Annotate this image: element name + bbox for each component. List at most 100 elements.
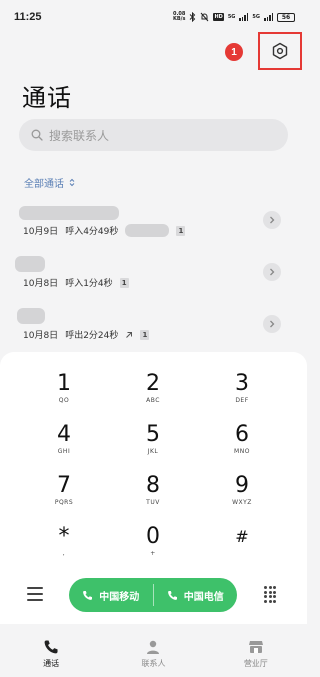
key-letters: MNO xyxy=(234,448,250,455)
call-sim2-button[interactable]: 中国电信 xyxy=(154,588,238,603)
mute-bell-icon xyxy=(201,12,209,22)
network-speed-unit: KB/s xyxy=(172,16,186,22)
call-filter-dropdown[interactable]: 全部通话 xyxy=(24,175,75,190)
key-digit: 3 xyxy=(235,371,249,396)
keypad-toggle-icon[interactable] xyxy=(264,586,278,603)
key-3[interactable]: 3 DEF xyxy=(197,371,287,417)
call-detail-chevron-icon[interactable] xyxy=(263,263,281,281)
search-input[interactable]: 搜索联系人 xyxy=(19,119,288,151)
call-detail-chevron-icon[interactable] xyxy=(263,211,281,229)
call-detail: 呼入4分49秒 xyxy=(65,227,119,237)
battery-icon: 56 xyxy=(277,12,295,22)
call-meta: 10月8日 呼出2分24秒 1 xyxy=(23,328,150,341)
key-letters: ABC xyxy=(146,397,160,404)
call-date: 10月9日 xyxy=(23,227,59,237)
notification-badge[interactable]: 1 xyxy=(225,43,243,61)
key-digit: # xyxy=(235,527,249,546)
call-sim1-label: 中国移动 xyxy=(99,591,140,603)
key-letters: + xyxy=(150,550,156,557)
call-log-item[interactable]: 10月8日 呼入1分4秒 1 xyxy=(15,252,289,296)
status-icons: 0.08 KB/s HD 5G 5G 56 xyxy=(173,12,295,22)
settings-hexagon-icon xyxy=(272,42,288,60)
tab-label: 联系人 xyxy=(141,658,166,668)
sort-toggle-icon xyxy=(69,178,75,187)
call-date: 10月8日 xyxy=(23,279,59,289)
sim-badge: 1 xyxy=(140,329,150,340)
call-sim1-button[interactable]: 中国移动 xyxy=(69,588,153,603)
sim-badge: 1 xyxy=(176,225,186,236)
key-1[interactable]: 1 QO xyxy=(19,371,109,417)
key-4[interactable]: 4 GHI xyxy=(19,422,109,468)
tab-contacts[interactable]: 联系人 xyxy=(102,630,204,677)
contacts-icon xyxy=(147,640,160,654)
key-digit: 4 xyxy=(57,422,71,447)
sim-badge: 1 xyxy=(119,277,129,288)
key-digit: 0 xyxy=(146,524,160,549)
sim2-network-type: 5G xyxy=(252,13,260,20)
search-icon xyxy=(31,129,43,141)
bluetooth-icon xyxy=(190,12,196,22)
key-letters: QO xyxy=(58,397,70,404)
phone-sim2-icon xyxy=(167,590,177,600)
blurred-contact-name xyxy=(19,206,119,220)
call-button-group: 中国移动 中国电信 xyxy=(69,578,237,612)
call-detail: 呼入1分4秒 xyxy=(65,279,113,289)
call-detail: 呼出2分24秒 xyxy=(65,331,119,341)
key-digit: 7 xyxy=(57,473,71,498)
menu-icon[interactable] xyxy=(27,587,43,601)
signal-sim1-icon xyxy=(239,13,249,21)
network-speed: 0.08 KB/s xyxy=(173,12,186,22)
call-filter-label: 全部通话 xyxy=(24,179,64,190)
key-2[interactable]: 2 ABC xyxy=(108,371,198,417)
call-log-item[interactable]: 10月9日 呼入4分49秒 1 xyxy=(19,200,289,244)
tab-label: 通话 xyxy=(43,658,60,668)
call-sim2-label: 中国电信 xyxy=(183,591,224,603)
signal-sim2-icon xyxy=(264,13,273,21)
sim1-network-type: 5G xyxy=(227,13,236,20)
key-8[interactable]: 8 TUV xyxy=(108,473,198,519)
search-placeholder: 搜索联系人 xyxy=(49,128,110,143)
dial-actions: 中国移动 中国电信 xyxy=(0,577,307,613)
tab-calls[interactable]: 通话 xyxy=(0,630,102,677)
key-9[interactable]: 9 WXYZ xyxy=(197,473,287,519)
call-date: 10月8日 xyxy=(23,331,59,341)
phone-icon xyxy=(44,639,58,653)
key-digit: 8 xyxy=(146,473,160,498)
key-letters: , xyxy=(62,550,66,557)
key-letters: WXYZ xyxy=(232,499,252,506)
key-letters: JKL xyxy=(147,448,159,455)
outgoing-arrow-icon xyxy=(126,331,133,338)
key-0[interactable]: 0 + xyxy=(108,524,198,570)
settings-button[interactable] xyxy=(258,32,302,70)
tab-store[interactable]: 营业厅 xyxy=(205,630,307,677)
call-meta: 10月8日 呼入1分4秒 1 xyxy=(23,276,129,289)
blurred-contact-name xyxy=(17,308,45,324)
call-log-item[interactable]: 10月8日 呼出2分24秒 1 xyxy=(17,304,289,348)
key-digit: 6 xyxy=(235,422,249,447)
key-digit: 9 xyxy=(235,473,249,498)
key-letters: DEF xyxy=(235,397,249,404)
key-6[interactable]: 6 MNO xyxy=(197,422,287,468)
key-letters: PQRS xyxy=(54,499,74,506)
status-bar: 11:25 0.08 KB/s HD 5G 5G 56 xyxy=(0,0,307,34)
key-7[interactable]: 7 PQRS xyxy=(19,473,109,519)
key-letters: GHI xyxy=(57,448,71,455)
key-digit: 1 xyxy=(57,371,71,396)
key-5[interactable]: 5 JKL xyxy=(108,422,198,468)
status-time: 11:25 xyxy=(14,11,42,23)
page-title: 通话 xyxy=(22,84,72,112)
store-icon xyxy=(248,640,263,653)
key-letters: TUV xyxy=(146,499,160,506)
tab-label: 营业厅 xyxy=(243,658,268,668)
call-detail-chevron-icon[interactable] xyxy=(263,315,281,333)
hd-badge-icon: HD xyxy=(213,13,224,21)
bottom-tabbar: 通话 联系人 营业厅 xyxy=(0,630,307,677)
key-digit: 2 xyxy=(146,371,160,396)
key-digit: 5 xyxy=(146,422,160,447)
key-hash[interactable]: # xyxy=(197,524,287,570)
call-meta: 10月9日 呼入4分49秒 1 xyxy=(23,224,186,237)
key-star[interactable]: *, xyxy=(19,524,109,570)
phone-sim1-icon xyxy=(83,590,93,600)
blurred-contact-name xyxy=(15,256,45,272)
key-digit: * xyxy=(58,524,70,549)
